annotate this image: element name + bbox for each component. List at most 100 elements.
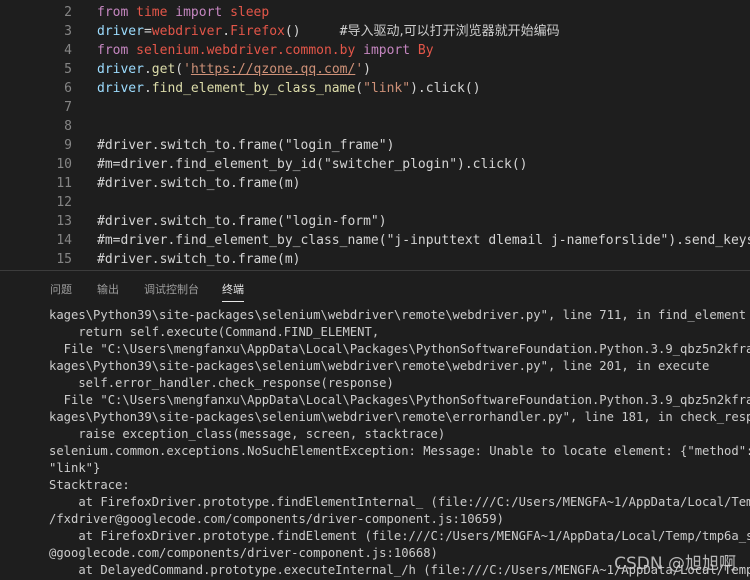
code-token: from (97, 43, 129, 58)
code-text: #driver.switch_to.frame(m) (97, 250, 301, 269)
code-line[interactable]: 5 driver.get('https://qzone.qq.com/') (0, 60, 750, 79)
code-token: get (151, 62, 176, 77)
tab-debug-console[interactable]: 调试控制台 (144, 281, 199, 297)
code-text: from selenium.webdriver.common.by import… (97, 41, 434, 60)
code-token: driver (97, 62, 144, 77)
code-text: #m=driver.find_element_by_id("switcher_p… (97, 155, 527, 174)
terminal-line: return self.execute(Command.FIND_ELEMENT… (49, 325, 380, 339)
terminal-line: selenium.common.exceptions.NoSuchElement… (49, 444, 750, 458)
code-token: () (284, 24, 340, 39)
code-token: # (339, 24, 348, 39)
watermark: CSDN @旭旭啊 (614, 554, 736, 574)
code-token: . (143, 81, 152, 96)
code-text: driver.get('https://qzone.qq.com/') (97, 60, 371, 79)
terminal-line: at FirefoxDriver.prototype.findElementIn… (49, 495, 750, 509)
code-token: ' (183, 62, 191, 77)
code-token: webdriver (151, 24, 223, 39)
code-token: #driver.switch_to.frame(m) (97, 252, 301, 267)
tab-output[interactable]: 输出 (97, 281, 119, 297)
code-token: selenium.webdriver.common.by (136, 43, 356, 58)
terminal-line: /fxdriver@googlecode.com/components/driv… (49, 512, 504, 526)
code-token: ( (355, 81, 364, 96)
terminal-line: kages\Python39\site-packages\selenium\we… (49, 359, 710, 373)
code-token: driver (97, 81, 144, 96)
code-text: #m=driver.find_element_by_class_name("j-… (97, 231, 750, 250)
code-token: #m=driver.find_element_by_class_name("j-… (97, 233, 750, 248)
terminal-line: kages\Python39\site-packages\selenium\we… (49, 308, 747, 322)
code-token: By (417, 43, 434, 58)
code-token: ).click() (410, 81, 481, 96)
code-line[interactable]: 10 #m=driver.find_element_by_id("switcher… (0, 155, 750, 174)
code-token: import (175, 5, 223, 20)
code-token: #m=driver.find_element_by_id("switcher_p… (97, 157, 528, 172)
code-text: driver.find_element_by_class_name("link"… (97, 79, 481, 98)
code-token: #driver.switch_to.frame("login_frame") (97, 138, 395, 153)
code-text: #driver.switch_to.frame(m) (97, 174, 301, 193)
terminal-line: File "C:\Users\mengfanxu\AppData\Local\P… (49, 342, 750, 356)
code-line[interactable]: 11 #driver.switch_to.frame(m) (0, 174, 750, 193)
line-number: 14 (56, 233, 72, 248)
line-number: 7 (64, 100, 72, 115)
code-token: = (143, 24, 152, 39)
code-text: driver=webdriver.Firefox() #导入驱动,可以打开浏览器… (97, 22, 560, 41)
terminal-line: Stacktrace: (49, 478, 130, 492)
line-number: 13 (56, 214, 72, 229)
panel-tabs: 问题 输出 调试控制台 终端 (0, 271, 750, 308)
line-number: 15 (56, 252, 72, 267)
code-token: ) (363, 62, 371, 77)
code-token: from (97, 5, 129, 20)
terminal-line: File "C:\Users\mengfanxu\AppData\Local\P… (49, 393, 750, 407)
line-number: 5 (64, 62, 72, 77)
code-token: ( (175, 62, 184, 77)
code-line[interactable]: 6 driver.find_element_by_class_name("link… (0, 79, 750, 98)
terminal-line: self.error_handler.check_response(respon… (49, 376, 394, 390)
code-text: #driver.switch_to.frame("login-form") (97, 212, 387, 231)
line-number: 11 (56, 176, 72, 191)
line-number: 2 (64, 5, 72, 20)
line-number: 9 (64, 138, 72, 153)
terminal-line: kages\Python39\site-packages\selenium\we… (49, 410, 750, 424)
code-token: 导入驱动,可以打开浏览器就开始编码 (347, 24, 560, 39)
code-token: Firefox (230, 24, 285, 39)
code-token: time (136, 5, 168, 20)
code-token: sleep (230, 5, 270, 20)
code-line[interactable]: 9 #driver.switch_to.frame("login_frame") (0, 136, 750, 155)
code-token: #driver.switch_to.frame(m) (97, 176, 301, 191)
tab-problems[interactable]: 问题 (50, 281, 72, 297)
terminal-line: raise exception_class(message, screen, s… (49, 427, 446, 441)
code-token: . (143, 62, 152, 77)
code-line[interactable]: 14 #m=driver.find_element_by_class_name("… (0, 231, 750, 250)
code-line[interactable]: 7 (0, 98, 750, 117)
code-text: from time import sleep (97, 3, 269, 22)
code-token: https://qzone.qq.com/ (190, 62, 356, 77)
code-line[interactable]: 8 (0, 117, 750, 136)
code-token: find_element_by_class_name (151, 81, 356, 96)
line-number: 4 (64, 43, 72, 58)
line-number: 10 (56, 157, 72, 172)
terminal-line: at FirefoxDriver.prototype.findElement (… (49, 529, 750, 543)
code-text: #driver.switch_to.frame("login_frame") (97, 136, 394, 155)
line-number: 3 (64, 24, 72, 39)
code-line[interactable]: 3 driver=webdriver.Firefox() #导入驱动,可以打开浏览… (0, 22, 750, 41)
code-line[interactable]: 2 from time import sleep (0, 3, 750, 22)
code-line[interactable]: 4 from selenium.webdriver.common.by impor… (0, 41, 750, 60)
code-token: driver (97, 24, 144, 39)
code-editor[interactable]: 2 from time import sleep 3 driver=webdriver… (0, 0, 750, 270)
code-token: ' (355, 62, 364, 77)
tab-terminal[interactable]: 终端 (222, 281, 244, 302)
code-line[interactable]: 12 (0, 193, 750, 212)
code-token: #driver.switch_to.frame("login-form") (97, 214, 387, 229)
code-token: . (222, 24, 231, 39)
line-number: 8 (64, 119, 72, 134)
line-number: 12 (56, 195, 72, 210)
code-token: "link" (363, 81, 411, 96)
code-line[interactable]: 15 #driver.switch_to.frame(m) (0, 250, 750, 269)
terminal-line: "link"} (49, 461, 101, 475)
code-line[interactable]: 13 #driver.switch_to.frame("login-form") (0, 212, 750, 231)
code-token: import (363, 43, 411, 58)
